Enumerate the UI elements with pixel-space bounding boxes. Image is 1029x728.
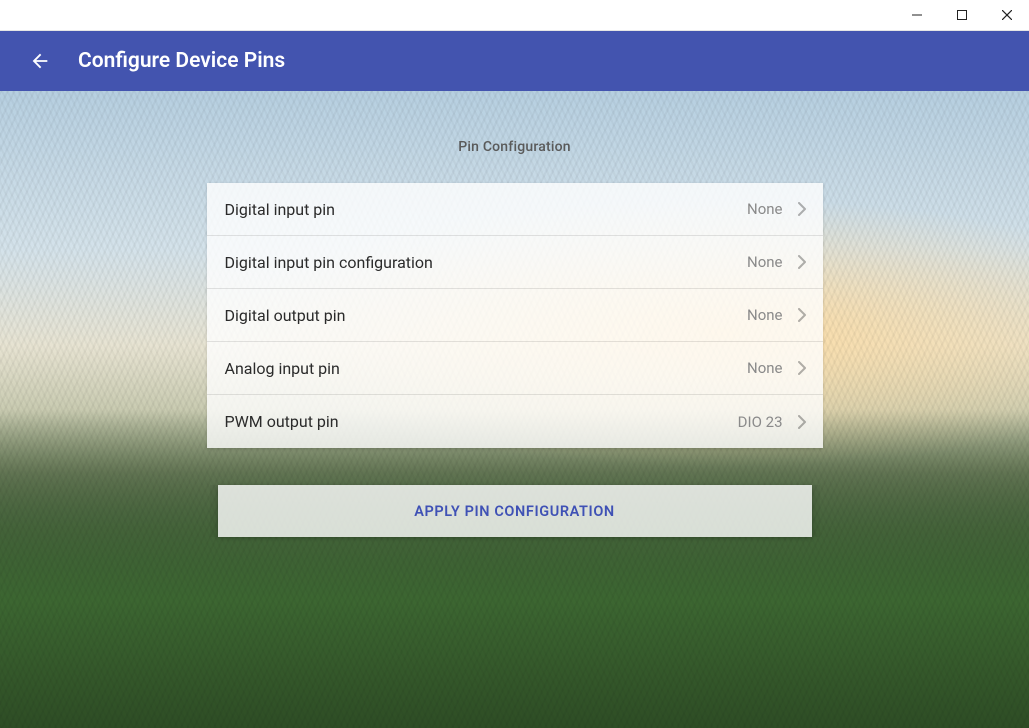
- maximize-icon[interactable]: [939, 0, 984, 30]
- row-value: None: [747, 200, 783, 218]
- section-title: Pin Configuration: [207, 139, 823, 155]
- back-button[interactable]: [20, 41, 60, 81]
- chevron-right-icon: [793, 305, 813, 325]
- row-digital-output-pin[interactable]: Digital output pin None: [207, 289, 823, 342]
- center-column: Pin Configuration Digital input pin None…: [207, 139, 823, 537]
- row-value: None: [747, 253, 783, 271]
- apply-pin-configuration-button[interactable]: APPLY PIN CONFIGURATION: [218, 485, 812, 537]
- row-label: PWM output pin: [225, 412, 738, 431]
- row-analog-input-pin[interactable]: Analog input pin None: [207, 342, 823, 395]
- row-digital-input-pin[interactable]: Digital input pin None: [207, 183, 823, 236]
- row-value: DIO 23: [738, 413, 783, 431]
- window-titlebar: [0, 0, 1029, 31]
- row-pwm-output-pin[interactable]: PWM output pin DIO 23: [207, 395, 823, 448]
- row-value: None: [747, 306, 783, 324]
- row-label: Analog input pin: [225, 359, 748, 378]
- row-label: Digital output pin: [225, 306, 748, 325]
- close-icon[interactable]: [984, 0, 1029, 30]
- row-value: None: [747, 359, 783, 377]
- row-digital-input-pin-configuration[interactable]: Digital input pin configuration None: [207, 236, 823, 289]
- chevron-right-icon: [793, 412, 813, 432]
- app-header: Configure Device Pins: [0, 31, 1029, 91]
- content-area: Pin Configuration Digital input pin None…: [0, 91, 1029, 728]
- chevron-right-icon: [793, 358, 813, 378]
- page-title: Configure Device Pins: [78, 49, 285, 73]
- row-label: Digital input pin configuration: [225, 253, 748, 272]
- chevron-right-icon: [793, 199, 813, 219]
- row-label: Digital input pin: [225, 200, 748, 219]
- apply-button-label: APPLY PIN CONFIGURATION: [414, 503, 615, 520]
- chevron-right-icon: [793, 252, 813, 272]
- pin-config-card: Digital input pin None Digital input pin…: [207, 183, 823, 448]
- arrow-left-icon: [29, 50, 51, 72]
- minimize-icon[interactable]: [894, 0, 939, 30]
